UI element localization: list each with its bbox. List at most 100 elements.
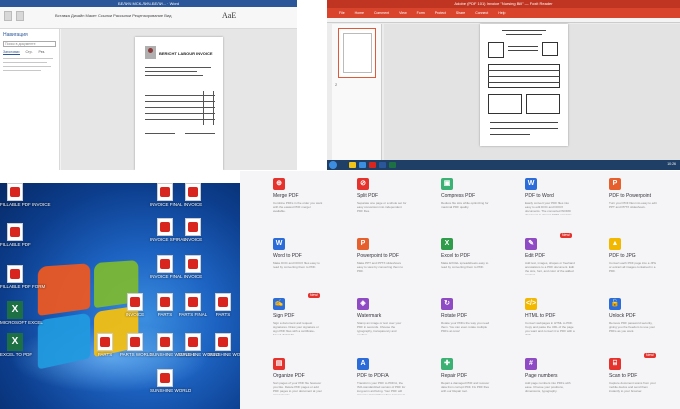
tool-icon: ▤ — [273, 358, 285, 370]
desktop-file-icon[interactable]: PARTS — [90, 333, 120, 357]
pdf-page[interactable] — [480, 24, 568, 146]
desktop-file-icon[interactable]: X EXCEL TO PDF — [0, 333, 33, 357]
tool-title: HTML to PDF — [525, 313, 556, 319]
viewer-toolbar — [327, 18, 680, 23]
tool-tile[interactable]: X Excel to PDF Make EXCEL spreadsheets eas… — [408, 231, 492, 290]
tool-tile[interactable]: ⊕ Merge PDF Combine PDFs in the order you … — [240, 171, 324, 230]
menu-item[interactable]: Form — [417, 11, 425, 15]
tool-tile[interactable]: ✎ Edit PDF Add text, images, shapes or fre… — [492, 231, 576, 290]
nav-search-input[interactable]: Поиск в документе — [3, 41, 56, 47]
desktop-icon-label: SUNSHINE WORLD — [150, 388, 192, 393]
desktop-file-icon[interactable]: SUNSHINE WORLD — [150, 369, 192, 393]
tool-tile[interactable]: ⊘ Split PDF Separate one page or a whole s… — [324, 171, 408, 230]
tool-description: Stamp an image or text over your PDF in … — [357, 321, 402, 335]
tool-description: Easily convert your PDF files into easy … — [525, 201, 573, 215]
tool-tile[interactable]: P Powerpoint to PDF Make PPT and PPTX slid… — [324, 231, 408, 290]
tool-tile[interactable]: # Page numbers Add page numbers into PDFs … — [492, 351, 576, 409]
tool-tile[interactable]: ▣ Compress PDF Reduce file size while opti… — [408, 171, 492, 230]
tool-tile[interactable]: ↻ Rotate PDF Rotate your PDFs the way you … — [408, 291, 492, 350]
desktop-file-icon[interactable]: SUNSHINE WORLD — [208, 333, 240, 357]
browser-icon[interactable] — [359, 162, 366, 168]
desktop-icon-label: PARTS — [157, 312, 173, 317]
start-button[interactable] — [329, 161, 337, 169]
new-badge: New! — [644, 353, 656, 358]
tool-tile[interactable]: </> HTML to PDF Convert webpages in HTML t… — [492, 291, 576, 350]
desktop-file-icon[interactable]: INVOICE — [178, 183, 208, 207]
desktop-icon-label: SUNSHINE WORLD 1 — [150, 352, 196, 357]
desktop-file-icon[interactable]: FILLABLE PDF INVOICE — [0, 183, 51, 207]
tool-title: Edit PDF — [525, 253, 546, 259]
tool-description: Make PPT and PPTX slideshows easy to vie… — [357, 261, 404, 273]
tool-tile[interactable]: ▲ PDF to JPG Convert each PDF page into a … — [576, 231, 660, 290]
page-thumbnail[interactable] — [338, 28, 376, 78]
desktop-file-icon[interactable]: FILLABLE PDF — [0, 223, 31, 247]
tool-tile[interactable]: ▤ Organize PDF Sort pages of your PDF file… — [240, 351, 324, 409]
ribbon-tabs[interactable]: Вставка Дизайн Макет Ссылки Рассылки Рец… — [55, 13, 171, 18]
document-page[interactable]: BERICHT LABOUR INVOICE — [135, 37, 223, 170]
desktop-file-icon[interactable]: PARTS FINAL — [178, 293, 208, 317]
tab-headings[interactable]: Заголовки — [3, 50, 20, 55]
pdf-document-area[interactable] — [384, 24, 680, 160]
desktop-icon-label: EXCEL TO PDF — [0, 352, 33, 357]
tool-description: Rotate your PDFs the way you need them. … — [441, 321, 490, 333]
ribbon: Вставка Дизайн Макет Ссылки Рассылки Рец… — [0, 7, 297, 29]
pdf-file-icon — [185, 218, 201, 236]
menu-item[interactable]: Help — [498, 11, 505, 15]
tool-tile[interactable]: ⌸ Scan to PDF Capture document scans from … — [576, 351, 660, 409]
tool-description: Transform your PDF to PDF/A, the ISO-sta… — [357, 381, 406, 395]
desktop-file-icon[interactable]: INVOICE FINAL — [150, 183, 183, 207]
desktop-icon-label: INVOICE — [125, 312, 145, 317]
desktop-icon-label: INVOICE FINAL — [150, 274, 183, 279]
menu-item[interactable]: File — [339, 11, 345, 15]
tab-results[interactable]: Рез. — [39, 50, 46, 54]
format-painter-icon[interactable] — [16, 11, 24, 21]
tool-title: Compress PDF — [441, 193, 476, 199]
desktop-file-icon[interactable]: INVOICE — [178, 218, 208, 242]
tool-tile[interactable]: ✍ Sign PDF Sign a document and request sig… — [240, 291, 324, 350]
tool-title: Repair PDF — [441, 373, 468, 379]
tool-tile[interactable]: W Word to PDF Make DOC and DOCX files easy… — [240, 231, 324, 290]
desktop-icon-label: MICROSOFT EXCEL — [0, 320, 43, 325]
excel-app-icon[interactable] — [389, 162, 396, 168]
menu-item[interactable]: Comment — [374, 11, 389, 15]
tool-description: Sign a document and request signatures. … — [273, 321, 319, 335]
tool-title: Rotate PDF — [441, 313, 468, 319]
menu-item[interactable]: Connect — [475, 11, 488, 15]
word-app-icon[interactable] — [379, 162, 386, 168]
desktop-file-icon[interactable]: PARTS — [208, 293, 238, 317]
tab-pages[interactable]: Стр. — [26, 50, 33, 54]
desktop-icon-label: FILLABLE PDF — [0, 242, 31, 247]
tool-description: Make DOC and DOCX files easy to read by … — [273, 261, 320, 269]
tool-tile[interactable]: 🔓 Unlock PDF Remove PDF password security,… — [576, 291, 660, 350]
folder-icon[interactable] — [349, 162, 356, 168]
tool-tile[interactable]: A PDF to PDF/A Transform your PDF to PDF/A… — [324, 351, 408, 409]
desktop-file-icon[interactable]: SUNSHINE WORLD — [178, 333, 219, 357]
pdf-file-icon — [157, 333, 173, 351]
desktop-file-icon[interactable]: X MICROSOFT EXCEL — [0, 301, 43, 325]
tool-tile[interactable]: ✚ Repair PDF Repair a damaged PDF and reco… — [408, 351, 492, 409]
paste-icon[interactable] — [4, 11, 12, 21]
menu-item[interactable]: Protect — [435, 11, 446, 15]
menu-item[interactable]: Share — [456, 11, 465, 15]
tool-description: Repair a damaged PDF and recover data fr… — [441, 381, 490, 393]
document-canvas[interactable]: BERICHT LABOUR INVOICE — [61, 29, 297, 170]
desktop-file-icon[interactable]: FILLABLE PDF FORM — [0, 265, 45, 289]
desktop-file-icon[interactable]: INVOICE SPIRAL — [150, 218, 186, 242]
tool-description: Make EXCEL spreadsheets easy to read by … — [441, 261, 489, 269]
desktop-file-icon[interactable]: PARTS WORLD — [120, 333, 153, 357]
desktop-file-icon[interactable]: SUNSHINE WORLD 1 — [150, 333, 196, 357]
pdf-app-icon[interactable] — [369, 162, 376, 168]
desktop-file-icon[interactable]: INVOICE FINAL — [150, 255, 183, 279]
tool-tile[interactable]: P PDF to Powerpoint Turn your PDF files in… — [576, 171, 660, 230]
tool-tile[interactable]: ◈ Watermark Stamp an image or text over yo… — [324, 291, 408, 350]
desktop-file-icon[interactable]: INVOICE — [120, 293, 150, 317]
desktop-file-icon[interactable]: INVOICE — [178, 255, 208, 279]
tool-title: Sign PDF — [273, 313, 295, 319]
taskbar: 10:26 — [327, 160, 680, 170]
styles-gallery[interactable]: AaE — [222, 11, 236, 20]
menu-item[interactable]: Home — [355, 11, 364, 15]
tool-tile[interactable]: W PDF to Word Easily convert your PDF file… — [492, 171, 576, 230]
desktop-file-icon[interactable]: PARTS — [150, 293, 180, 317]
pdf-file-icon — [157, 255, 173, 273]
menu-item[interactable]: View — [399, 11, 407, 15]
